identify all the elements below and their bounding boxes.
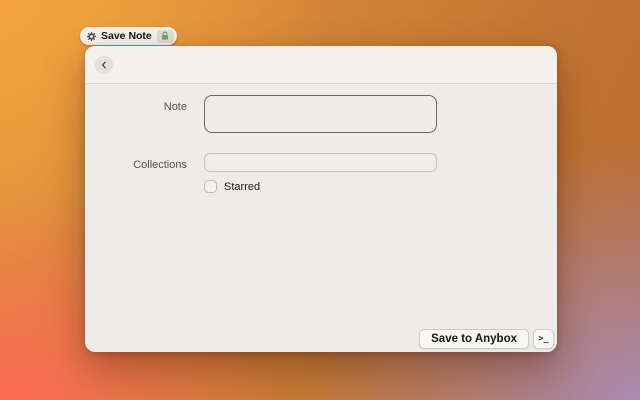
starred-label: Starred: [224, 180, 261, 193]
lock-icon: [162, 31, 169, 40]
note-label: Note: [163, 101, 187, 113]
save-to-anybox-button[interactable]: Save to Anybox: [419, 329, 529, 349]
note-textarea[interactable]: [204, 95, 437, 133]
collections-input[interactable]: [204, 153, 437, 172]
chevron-left-icon: [102, 61, 106, 69]
back-button[interactable]: [95, 56, 113, 74]
starred-checkbox[interactable]: [204, 180, 217, 193]
terminal-button[interactable]: >_: [533, 329, 554, 349]
footer-actions: Save to Anybox >_: [419, 329, 554, 349]
terminal-icon: >_: [538, 334, 549, 344]
save-note-window: Note Collections Starred Save to Anybox …: [85, 46, 557, 352]
collections-label: Collections: [133, 159, 187, 171]
status-pill[interactable]: Save Note: [80, 27, 177, 45]
status-pill-label: Save Note: [101, 30, 152, 42]
gear-icon: [87, 31, 96, 41]
starred-row[interactable]: Starred: [204, 180, 260, 193]
desktop-background: Save Note Note Collections Starred Save …: [0, 0, 640, 400]
window-header: [85, 46, 557, 84]
lock-badge: [156, 29, 174, 43]
